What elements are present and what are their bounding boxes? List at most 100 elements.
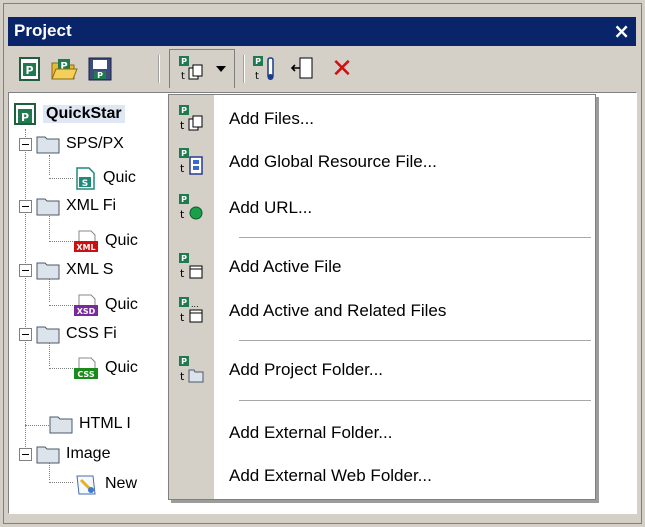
menu-item-label: Add Active and Related Files <box>229 301 447 320</box>
window-title: Project <box>14 21 72 40</box>
tree-line <box>49 482 73 483</box>
tree-file[interactable]: CSS Quic <box>73 355 138 381</box>
svg-text:CSS: CSS <box>77 370 94 379</box>
menu-item-add-external-web-folder[interactable]: Add External Web Folder... <box>169 458 595 494</box>
menu-separator <box>239 400 591 401</box>
menu-item-label: Add External Folder... <box>229 423 393 442</box>
tree-folder[interactable]: Image <box>19 441 110 467</box>
collapse-icon[interactable] <box>19 199 32 213</box>
folder-icon <box>36 198 60 216</box>
tree-root[interactable]: P QuickStar <box>13 101 125 127</box>
folder-icon <box>36 136 60 154</box>
menu-separator <box>239 237 591 238</box>
menu-item-label: Add Global Resource File... <box>229 152 437 171</box>
menu-item-label: Add Active File <box>229 257 342 276</box>
svg-text:t: t <box>180 162 185 175</box>
svg-text:t: t <box>180 208 185 221</box>
add-files-dropdown-icon: Pt <box>177 55 205 83</box>
delete-glyph: ✕ <box>331 54 353 84</box>
svg-text:XML: XML <box>76 243 95 252</box>
svg-text:t: t <box>180 267 185 280</box>
image-file-icon <box>76 475 96 495</box>
menu-item-add-active-file[interactable]: Pt Add Active File <box>169 249 595 285</box>
add-active-file-icon[interactable] <box>288 55 316 83</box>
svg-text:t: t <box>180 311 185 324</box>
menu-item-label: Add Files... <box>229 109 315 128</box>
tree-item-label: Quic <box>105 359 138 376</box>
svg-text:P: P <box>25 64 33 77</box>
menu-item-add-active-and-related-files[interactable]: Pt... Add Active and Related Files <box>169 293 595 329</box>
tree-folder[interactable]: XML Fi <box>19 193 116 219</box>
delete-icon[interactable]: ✕ <box>328 55 356 83</box>
xsd-file-icon: XSD <box>74 294 98 316</box>
css-file-icon: CSS <box>74 357 98 379</box>
svg-text:...: ... <box>191 300 199 309</box>
folder-icon <box>36 446 60 464</box>
svg-text:t: t <box>180 370 185 383</box>
tree-file[interactable]: S Quic <box>73 165 136 191</box>
menu-item-add-url[interactable]: Pt Add URL... <box>169 190 595 226</box>
svg-text:P: P <box>181 195 187 204</box>
tree-root-label: QuickStar <box>43 105 125 123</box>
tree-item-label: Quic <box>105 232 138 249</box>
new-project-icon[interactable]: P <box>16 55 44 83</box>
svg-text:P: P <box>181 149 187 158</box>
collapse-icon[interactable] <box>19 447 32 461</box>
menu-item-add-external-folder[interactable]: Add External Folder... <box>169 415 595 451</box>
svg-text:t: t <box>255 71 259 82</box>
save-project-icon[interactable]: P <box>86 55 114 83</box>
svg-text:t: t <box>181 71 185 82</box>
collapse-icon[interactable] <box>19 263 32 277</box>
svg-text:t: t <box>180 119 185 132</box>
chevron-down-icon[interactable] <box>216 66 226 72</box>
tree-file[interactable]: XML Quic <box>73 228 138 254</box>
svg-text:P: P <box>181 254 187 263</box>
sps-file-icon: S <box>76 167 95 190</box>
tree-folder[interactable]: CSS Fi <box>19 321 117 347</box>
folder-icon <box>49 416 73 434</box>
folder-icon <box>36 326 60 344</box>
tree-item-label: Quic <box>103 169 136 186</box>
menu-item-label: Add Project Folder... <box>229 360 384 379</box>
tree-line <box>25 129 26 455</box>
tree-folder[interactable]: SPS/PX <box>19 131 124 157</box>
collapse-icon[interactable] <box>19 327 32 341</box>
add-active-file-icon: Pt <box>176 252 206 282</box>
tree-item-label: XML S <box>66 261 114 278</box>
tree-file[interactable]: New <box>73 471 137 497</box>
toolbar-separator <box>243 55 245 83</box>
add-files-dropdown-button[interactable]: Pt <box>169 49 235 88</box>
tree-item-label: XML Fi <box>66 197 117 214</box>
tree-item-label: New <box>105 475 138 492</box>
collapse-icon[interactable] <box>19 137 32 151</box>
add-global-resource-icon: Pt <box>176 147 206 177</box>
menu-item-label: Add URL... <box>229 198 313 217</box>
xml-file-icon: XML <box>74 230 98 252</box>
menu-item-label: Add External Web Folder... <box>229 466 432 485</box>
tree-item-label: Quic <box>105 296 138 313</box>
svg-text:XSD: XSD <box>77 307 96 316</box>
menu-item-add-project-folder[interactable]: Pt Add Project Folder... <box>169 352 595 388</box>
tree-folder[interactable]: HTML I <box>49 411 131 437</box>
tree-folder[interactable]: XML S <box>19 257 113 283</box>
folder-icon <box>36 262 60 280</box>
open-project-icon[interactable]: P <box>50 55 78 83</box>
svg-text:P: P <box>181 298 187 307</box>
toolbar: P P P Pt Pt ✕ <box>8 47 636 91</box>
svg-text:P: P <box>255 57 261 66</box>
svg-text:P: P <box>181 106 187 115</box>
menu-separator <box>239 340 591 341</box>
project-icon: P <box>14 103 36 125</box>
project-tree: P QuickStar SPS/PX S Quic XML Fi XML Qui… <box>9 93 179 503</box>
add-files-dropdown-menu: Pt Add Files... Pt Add Global Resource F… <box>168 94 596 500</box>
add-files-icon: Pt <box>176 104 206 134</box>
tree-file[interactable]: XSD Quic <box>73 292 138 318</box>
tree-item-label: Image <box>66 445 111 462</box>
project-properties-icon[interactable]: Pt <box>251 55 279 83</box>
close-icon[interactable]: × <box>613 19 630 43</box>
svg-text:P: P <box>181 357 187 366</box>
menu-item-add-global-resource-file[interactable]: Pt Add Global Resource File... <box>169 144 595 180</box>
menu-item-add-files[interactable]: Pt Add Files... <box>169 101 595 137</box>
svg-text:P: P <box>97 71 103 80</box>
svg-text:S: S <box>82 179 88 189</box>
